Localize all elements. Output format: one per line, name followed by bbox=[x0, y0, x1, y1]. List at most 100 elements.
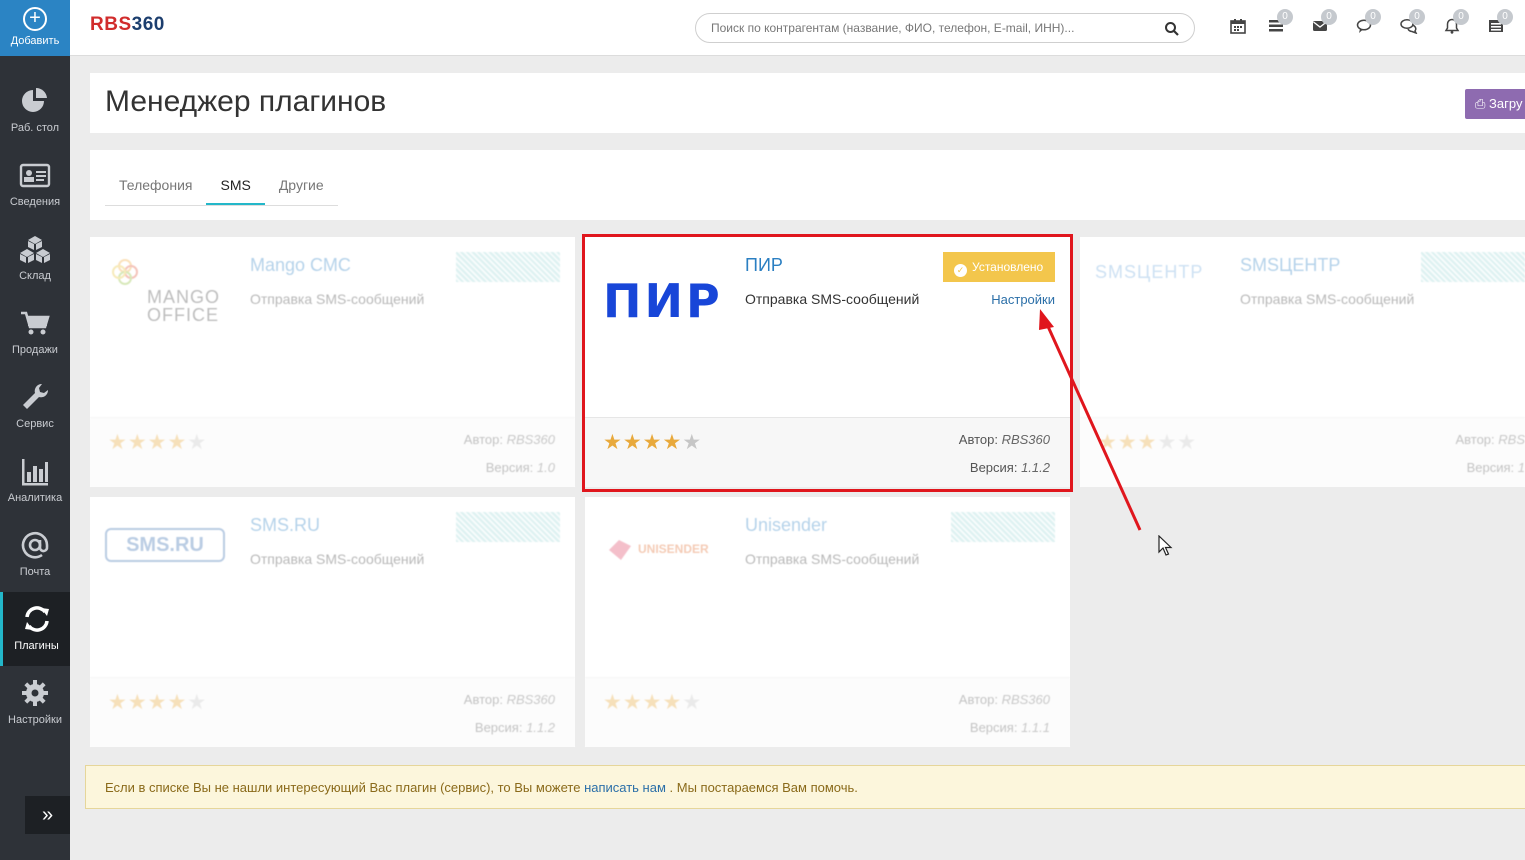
logo-text: RBS bbox=[90, 14, 132, 35]
chat-button[interactable]: 0 bbox=[1356, 9, 1381, 38]
printer-icon: ⎙ bbox=[1475, 96, 1486, 111]
unisender-logo: UNISENDER bbox=[600, 512, 725, 592]
tab-sms[interactable]: SMS bbox=[206, 168, 265, 205]
plus-circle-icon: + bbox=[23, 7, 47, 31]
messages-button[interactable]: 0 bbox=[1488, 9, 1513, 38]
plugin-description: Отправка SMS-сообщений bbox=[1240, 291, 1415, 307]
plugin-card-smsru[interactable]: SMS.RU SMS.RU Отправка SMS-сообщений ★★★… bbox=[90, 497, 575, 747]
plugin-settings-link[interactable]: Настройки bbox=[991, 292, 1055, 307]
plugin-author: Автор: RBS bbox=[1455, 432, 1525, 447]
upload-button[interactable]: ⎙ Загру bbox=[1465, 89, 1525, 119]
sidebar-item-analytics[interactable]: Аналитика bbox=[0, 444, 70, 518]
info-message: Если в списке Вы не нашли интересующий В… bbox=[85, 765, 1525, 809]
app-logo[interactable]: RBS360 bbox=[90, 14, 165, 36]
search-icon[interactable] bbox=[1164, 21, 1180, 37]
mouse-cursor-icon bbox=[1158, 535, 1173, 556]
plugin-status-placeholder bbox=[951, 512, 1055, 542]
comments-button[interactable]: 0 bbox=[1400, 9, 1425, 38]
plugin-status-placeholder bbox=[456, 512, 560, 542]
smsru-logo-text: SMS.RU bbox=[105, 528, 225, 562]
sidebar-item-settings[interactable]: Настройки bbox=[0, 666, 70, 740]
calendar-button[interactable] bbox=[1230, 18, 1250, 38]
tab-other[interactable]: Другие bbox=[265, 168, 338, 205]
calendar-icon bbox=[1230, 19, 1246, 34]
plugin-description: Отправка SMS-сообщений bbox=[745, 291, 920, 307]
plugin-version: Версия: 1 bbox=[1466, 460, 1525, 475]
plugin-name[interactable]: Mango СМС bbox=[250, 255, 351, 276]
add-button[interactable]: + Добавить bbox=[0, 0, 70, 56]
plugin-author: Автор: RBS360 bbox=[958, 432, 1050, 447]
unisender-bird-icon bbox=[609, 540, 631, 560]
sidebar-item-warehouse[interactable]: Склад bbox=[0, 222, 70, 296]
plugin-status-placeholder bbox=[456, 252, 560, 282]
plugin-version: Версия: 1.1.2 bbox=[474, 720, 555, 735]
sidebar-item-dashboard[interactable]: Раб. стол bbox=[0, 74, 70, 148]
wrench-icon bbox=[23, 383, 49, 409]
bar-chart-icon bbox=[22, 459, 48, 486]
plugin-status-placeholder bbox=[1421, 252, 1525, 282]
plugin-version: Версия: 1.0 bbox=[485, 460, 555, 475]
info-text: Если в списке Вы не нашли интересующий В… bbox=[105, 780, 585, 795]
plugin-description: Отправка SMS-сообщений bbox=[745, 551, 920, 567]
refresh-icon bbox=[24, 606, 49, 632]
upload-button-label: Загру bbox=[1489, 96, 1523, 111]
plugin-author: Автор: RBS360 bbox=[463, 432, 555, 447]
add-label: Добавить bbox=[10, 35, 60, 47]
plugin-card-mango[interactable]: MANGO OFFICE Mango СМС Отправка SMS-сооб… bbox=[90, 237, 575, 487]
page-title: Менеджер плагинов bbox=[105, 85, 387, 118]
comments-badge: 0 bbox=[1409, 9, 1425, 25]
check-circle-icon: ✓ bbox=[954, 264, 967, 277]
sidebar-item-label: Настройки bbox=[8, 714, 62, 726]
plugin-card-smscenter[interactable]: SMSЦЕНТР SMSЦЕНТР Отправка SMS-сообщений… bbox=[1080, 237, 1525, 487]
info-text-end: . Мы постараемся Вам помочь. bbox=[665, 780, 858, 795]
cart-icon bbox=[21, 311, 50, 335]
write-us-link[interactable]: написать нам bbox=[584, 780, 666, 795]
plugin-description: Отправка SMS-сообщений bbox=[250, 551, 425, 567]
smscenter-logo: SMSЦЕНТР bbox=[1095, 252, 1220, 332]
plugin-author: Автор: RBS360 bbox=[463, 692, 555, 707]
unisender-logo-text: UNISENDER bbox=[638, 542, 709, 556]
plugin-version: Версия: 1.1.1 bbox=[969, 720, 1050, 735]
plugin-card-footer: ★★★★★ Автор: RBS360 Версия: 1.1.2 bbox=[585, 417, 1070, 487]
pir-logo-text: ПИР bbox=[603, 274, 723, 328]
rating-stars: ★★★★★ bbox=[1098, 431, 1198, 454]
tasks-button[interactable]: 0 bbox=[1268, 9, 1293, 38]
plugin-name[interactable]: Unisender bbox=[745, 515, 827, 536]
plugin-card-unisender[interactable]: UNISENDER Unisender Отправка SMS-сообщен… bbox=[585, 497, 1070, 747]
sidebar-item-service[interactable]: Сервис bbox=[0, 370, 70, 444]
sidebar-item-label: Раб. стол bbox=[10, 122, 60, 134]
plugin-name[interactable]: SMS.RU bbox=[250, 515, 320, 536]
plugin-card-footer: ★★★★★ Автор: RBS360 Версия: 1.0 bbox=[90, 417, 575, 487]
plugin-description: Отправка SMS-сообщений bbox=[250, 291, 425, 307]
plugin-version: Версия: 1.1.2 bbox=[969, 460, 1050, 475]
installed-badge: ✓ Установлено bbox=[943, 252, 1055, 282]
messages-badge: 0 bbox=[1497, 9, 1513, 25]
plugin-name[interactable]: ПИР bbox=[745, 255, 783, 276]
sidebar-item-plugins[interactable]: Плагины bbox=[0, 592, 70, 666]
plugin-card-footer: ★★★★★ Автор: RBS360 Версия: 1.1.2 bbox=[90, 677, 575, 747]
plugin-card-pir[interactable]: ПИР ПИР Отправка SMS-сообщений ✓ Установл… bbox=[585, 237, 1070, 487]
pir-logo: ПИР bbox=[600, 252, 725, 332]
double-chevron-right-icon: » bbox=[41, 803, 54, 826]
rating-stars: ★★★★★ bbox=[108, 431, 208, 454]
sidebar-item-sales[interactable]: Продажи bbox=[0, 296, 70, 370]
chat-badge: 0 bbox=[1365, 9, 1381, 25]
logo-number: 360 bbox=[131, 14, 165, 35]
id-card-icon bbox=[19, 163, 51, 188]
sidebar-item-label: Аналитика bbox=[7, 492, 63, 504]
mango-logo-text: MANGO OFFICE bbox=[147, 287, 221, 325]
notifications-button[interactable]: 0 bbox=[1444, 9, 1469, 38]
page-header: Менеджер плагинов ⎙ Загру bbox=[90, 73, 1525, 133]
tab-telephony[interactable]: Телефония bbox=[105, 168, 206, 205]
plugin-author: Автор: RBS360 bbox=[958, 692, 1050, 707]
mango-flower-icon bbox=[112, 259, 138, 285]
sidebar-item-label: Сервис bbox=[16, 418, 54, 430]
mail-button[interactable]: 0 bbox=[1312, 9, 1337, 38]
sidebar-item-label: Почта bbox=[19, 566, 51, 578]
collapse-sidebar-button[interactable]: » bbox=[25, 796, 70, 834]
sidebar-item-info[interactable]: Сведения bbox=[0, 148, 70, 222]
search-input[interactable] bbox=[711, 14, 1151, 42]
plugin-name[interactable]: SMSЦЕНТР bbox=[1240, 255, 1340, 276]
sidebar-item-mail[interactable]: Почта bbox=[0, 518, 70, 592]
smsru-logo: SMS.RU bbox=[105, 512, 230, 592]
